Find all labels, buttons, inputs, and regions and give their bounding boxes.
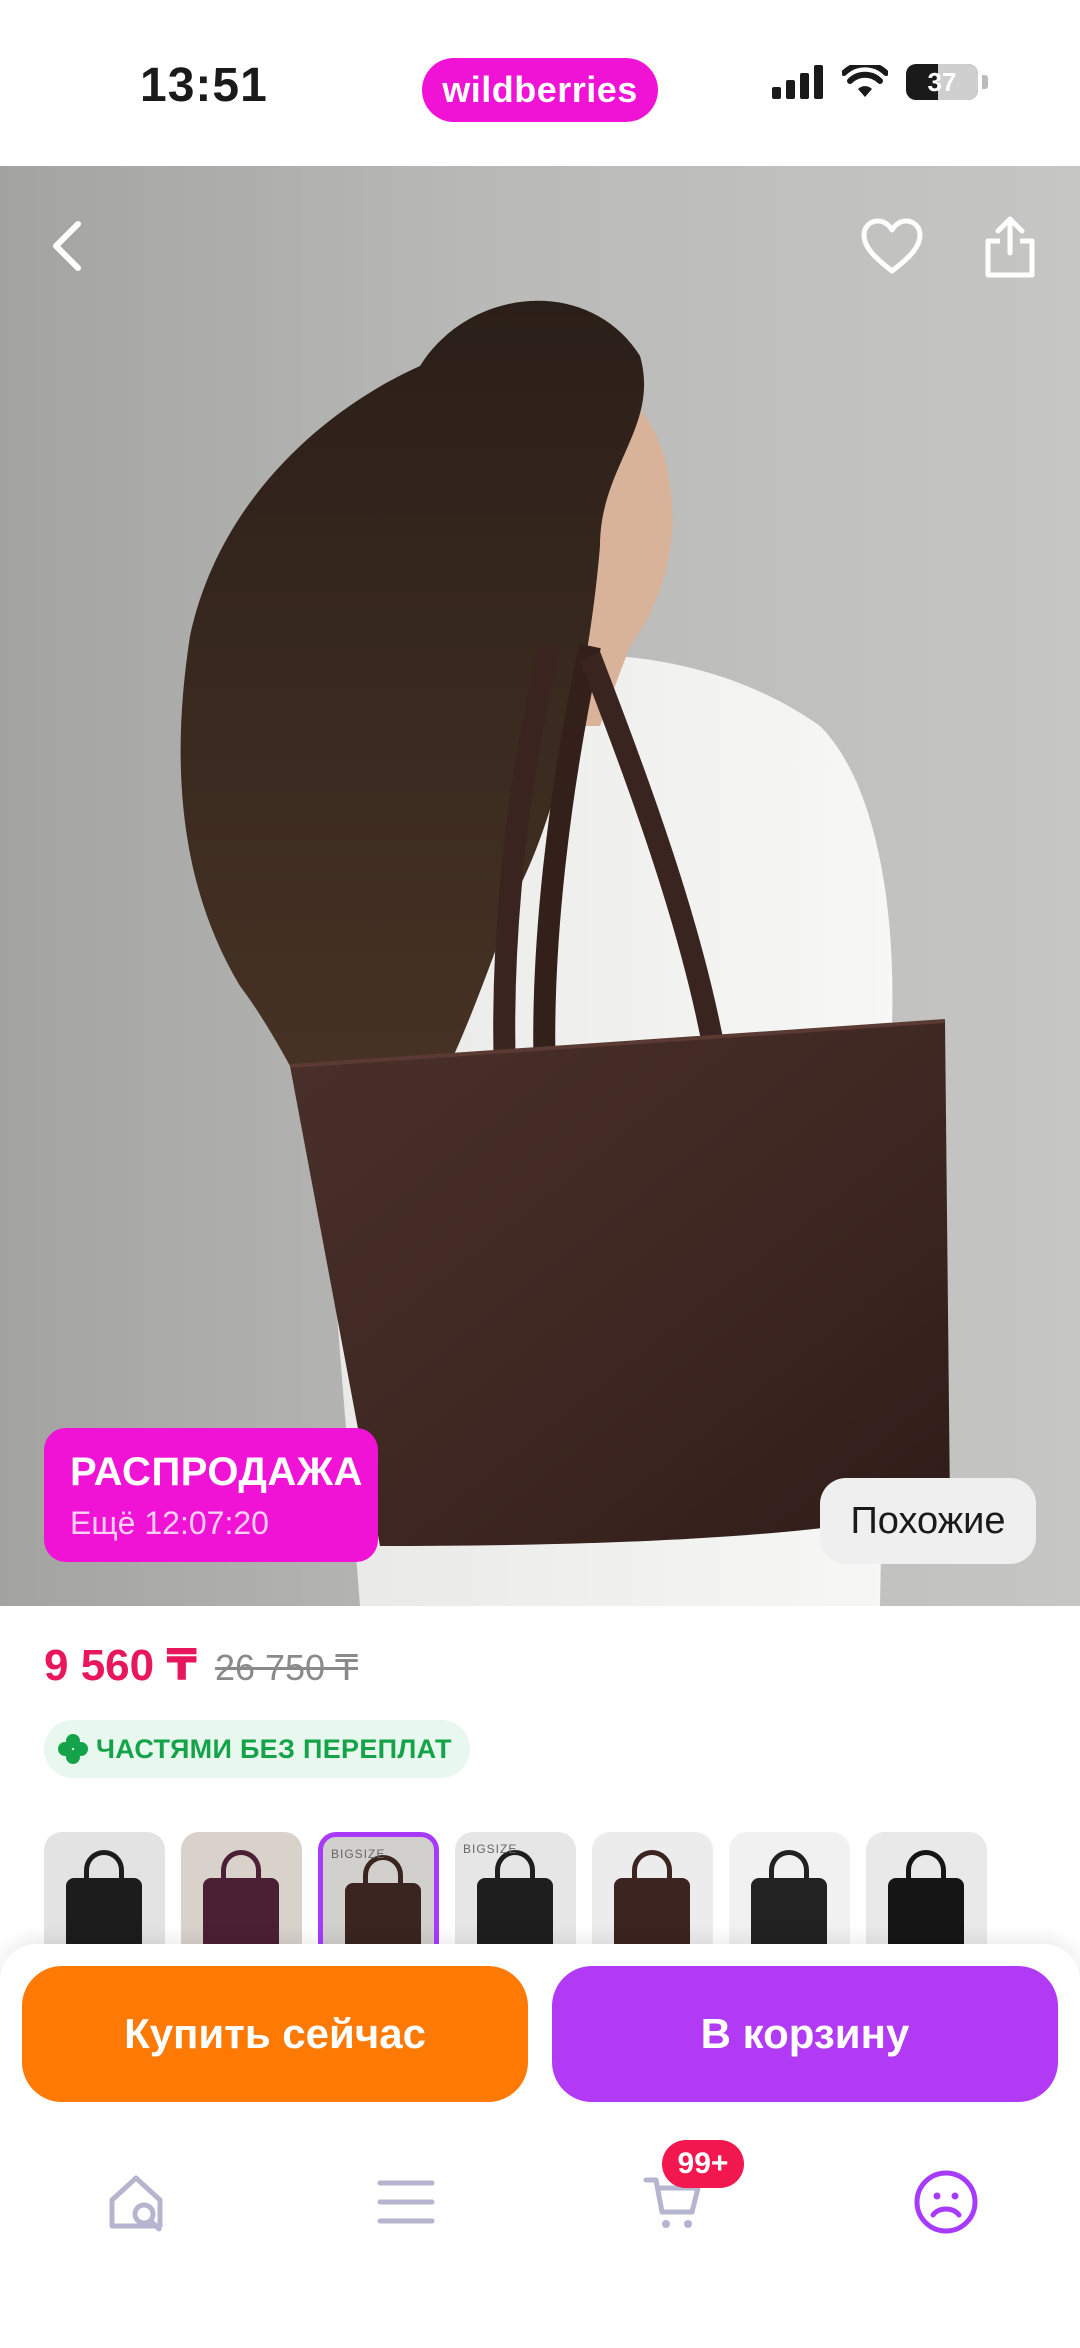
heart-icon (861, 218, 923, 274)
sale-badge[interactable]: РАСПРОДАЖА Ещё 12:07:20 (44, 1428, 378, 1562)
status-bar: 13:51 wildberries 37 (0, 0, 1080, 166)
buy-now-button[interactable]: Купить сейчас (22, 1966, 528, 2102)
home-search-icon (109, 2175, 163, 2232)
price-row: 9 560 ₸ 26 750 ₸ (44, 1640, 358, 1691)
status-icons: 37 (772, 64, 988, 100)
battery-tip (982, 75, 988, 89)
clover-icon (58, 1734, 88, 1764)
share-button[interactable] (970, 206, 1050, 286)
add-to-cart-button[interactable]: В корзину (552, 1966, 1058, 2102)
thumbnail-bag (614, 1878, 690, 1944)
product-image-gallery[interactable]: РАСПРОДАЖА Ещё 12:07:20 Похожие (0, 166, 1080, 1606)
sale-title: РАСПРОДАЖА (70, 1450, 363, 1494)
signal-icon (772, 65, 823, 99)
catalog-menu-icon (377, 2180, 435, 2224)
favorite-button[interactable] (852, 206, 932, 286)
thumbnail-7[interactable] (866, 1832, 987, 1944)
installments-badge[interactable]: ЧАСТЯМИ БЕЗ ПЕРЕПЛАТ (44, 1720, 470, 1778)
tab-profile[interactable] (896, 2152, 996, 2252)
back-arrow-icon (53, 221, 81, 271)
tab-catalog[interactable] (356, 2152, 456, 2252)
thumbnail-5[interactable] (592, 1832, 713, 1944)
brand-logo[interactable]: wildberries (422, 58, 658, 122)
installments-label: ЧАСТЯМИ БЕЗ ПЕРЕПЛАТ (96, 1733, 452, 1764)
bottom-action-sheet: Купить сейчас В корзину 99+ (0, 1944, 1080, 2348)
thumbnail-bag (203, 1878, 279, 1944)
thumbnail-6[interactable] (729, 1832, 850, 1944)
thumbnail-bag (888, 1878, 964, 1944)
similar-button[interactable]: Похожие (820, 1478, 1036, 1564)
thumbnail-caption: BIGSIZE (331, 1847, 386, 1861)
thumbnail-3[interactable]: BIGSIZE (318, 1832, 439, 1944)
thumbnail-bag (66, 1878, 142, 1944)
battery-level: 37 (927, 66, 957, 97)
battery-icon: 37 (906, 64, 978, 100)
thumbnail-strip: BIGSIZE BIGSIZE (44, 1832, 1044, 1944)
thumbnail-bag (751, 1878, 827, 1944)
thumbnail-4[interactable]: BIGSIZE (455, 1832, 576, 1944)
thumbnail-2[interactable] (181, 1832, 302, 1944)
price-current: 9 560 ₸ (44, 1641, 197, 1690)
thumbnail-bag (345, 1883, 421, 1944)
thumbnail-bag (477, 1878, 553, 1944)
product-photo (180, 300, 950, 1606)
wifi-icon (842, 65, 888, 97)
cart-count-badge: 99+ (662, 2140, 744, 2188)
share-icon (985, 216, 1035, 278)
tab-bar: 99+ (0, 2140, 1080, 2262)
profile-icon (914, 2170, 978, 2234)
back-button[interactable] (28, 206, 108, 286)
status-time: 13:51 (140, 59, 268, 112)
thumbnail-1[interactable] (44, 1832, 165, 1944)
sale-timer: Ещё 12:07:20 (70, 1505, 269, 1541)
tab-home[interactable] (86, 2152, 186, 2252)
thumbnail-caption: BIGSIZE (463, 1842, 518, 1856)
price-old: 26 750 ₸ (214, 1647, 358, 1688)
